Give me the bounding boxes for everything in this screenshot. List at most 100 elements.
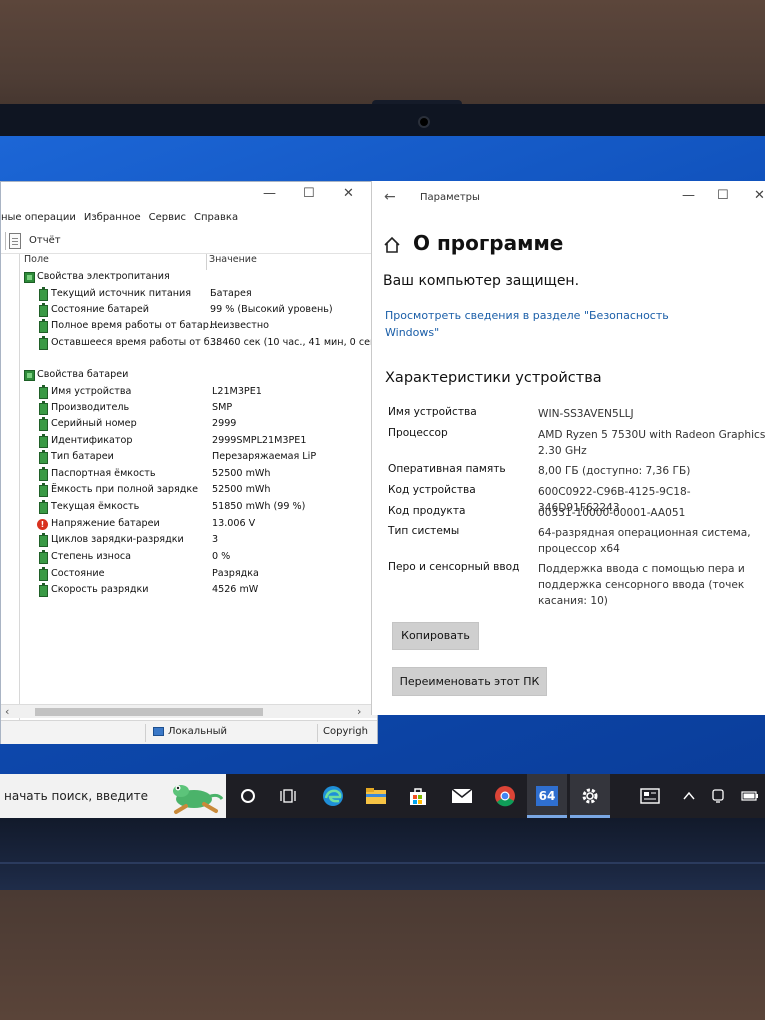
battery-icon	[39, 567, 48, 581]
home-icon[interactable]	[383, 236, 401, 254]
spec-value: WIN-SS3AVEN5LLJ	[538, 408, 634, 420]
scrollbar-thumb[interactable]	[35, 708, 263, 716]
column-header-value[interactable]: Значение	[209, 254, 257, 270]
field-label: Тип батареи	[51, 451, 114, 462]
field-label: Текущий источник питания	[51, 288, 192, 299]
minimize-icon[interactable]: —	[682, 188, 695, 203]
column-header-field[interactable]: Поле	[24, 254, 49, 270]
list-item[interactable]: Полное время работы от батар... Неизвест…	[21, 319, 377, 335]
field-value: 51850 mWh (99 %)	[212, 501, 306, 512]
list-item[interactable]: Скорость разрядки 4526 mW	[21, 583, 377, 599]
battery-icon	[39, 467, 48, 481]
cortana-icon[interactable]	[232, 780, 264, 812]
battery-section-icon	[24, 370, 35, 381]
report-icon[interactable]	[9, 233, 21, 249]
section-label: Свойства электропитания	[37, 271, 170, 282]
file-explorer-icon[interactable]	[360, 780, 392, 812]
battery-icon	[39, 385, 48, 399]
close-icon[interactable]: ✕	[343, 186, 354, 201]
spec-key: Имя устройства	[388, 406, 477, 418]
list-item[interactable]: Циклов зарядки-разрядки 3	[21, 533, 377, 549]
list-item[interactable]: Текущий источник питания Батарея	[21, 287, 377, 303]
field-value: 0 %	[212, 551, 231, 562]
list-item[interactable]: Оставшееся время работы от б... 38460 се…	[21, 336, 380, 352]
section-battery[interactable]: Свойства батареи	[21, 368, 377, 384]
field-label: Степень износа	[51, 551, 131, 562]
battery-icon	[39, 336, 48, 350]
list-item[interactable]: Текущая ёмкость 51850 mWh (99 %)	[21, 500, 377, 516]
spec-value: 8,00 ГБ (доступно: 7,36 ГБ)	[538, 465, 691, 477]
close-icon[interactable]: ✕	[754, 188, 765, 203]
field-label: Состояние батарей	[51, 304, 150, 315]
back-arrow-icon[interactable]: ←	[384, 189, 396, 205]
list-item[interactable]: Серийный номер 2999	[21, 417, 377, 433]
chrome-icon[interactable]	[489, 780, 521, 812]
battery-tray-icon[interactable]	[734, 780, 765, 812]
list-item[interactable]: ! Напряжение батареи 13.006 V	[21, 517, 377, 533]
gear-icon[interactable]	[574, 780, 606, 812]
spec-key: Код продукта	[388, 505, 466, 517]
spec-value: 00331-10000-00001-AA051	[538, 507, 686, 519]
field-value: Батарея	[210, 288, 252, 299]
battery-icon	[39, 483, 48, 497]
status-divider	[317, 724, 318, 742]
copy-button[interactable]: Копировать	[392, 622, 479, 650]
pen-workspace-icon[interactable]	[702, 780, 734, 812]
report-button[interactable]: Отчёт	[29, 235, 61, 246]
field-value: 3	[212, 534, 219, 545]
menu-item-help[interactable]: Справка	[194, 212, 238, 230]
field-value: SMP	[212, 402, 233, 413]
spec-value: AMD Ryzen 5 7530U with Radeon Graphics 2…	[538, 429, 765, 457]
settings-window: ← Параметры — ☐ ✕ О программе Ваш компью…	[371, 181, 765, 715]
battery-icon	[39, 287, 48, 301]
aida64-icon[interactable]: 64	[531, 780, 563, 812]
edge-icon[interactable]	[317, 780, 349, 812]
spec-value: 64-разрядная операционная система, проце…	[538, 527, 751, 555]
menu-item-favorites[interactable]: Избранное	[84, 212, 141, 230]
field-value: Разрядка	[212, 568, 259, 579]
list-item[interactable]: Степень износа 0 %	[21, 550, 377, 566]
aida-titlebar[interactable]: — ☐ ✕	[1, 182, 377, 208]
scroll-left-icon[interactable]: ‹	[5, 705, 9, 718]
chevron-up-icon[interactable]	[673, 780, 705, 812]
maximize-icon[interactable]: ☐	[717, 188, 729, 203]
page-title: О программе	[413, 231, 564, 255]
list-item[interactable]: Паспортная ёмкость 52500 mWh	[21, 467, 377, 483]
store-icon[interactable]	[402, 780, 434, 812]
scroll-right-icon[interactable]: ›	[357, 705, 361, 718]
list-item[interactable]: Идентификатор 2999SMPL21M3PE1	[21, 434, 377, 450]
column-divider[interactable]	[206, 254, 207, 270]
list-item[interactable]: Имя устройства L21M3PE1	[21, 385, 377, 401]
spec-key: Тип системы	[388, 525, 460, 537]
horizontal-scrollbar[interactable]: ‹ ›	[1, 704, 377, 718]
rename-pc-button[interactable]: Переименовать этот ПК	[392, 667, 547, 696]
news-widget-icon[interactable]	[634, 780, 666, 812]
security-link[interactable]: Просмотреть сведения в разделе "Безопасн…	[385, 307, 675, 341]
maximize-icon[interactable]: ☐	[303, 186, 315, 201]
screen: — ☐ ✕ ные операции Избранное Сервис Спра…	[0, 136, 765, 818]
field-label: Идентификатор	[51, 435, 133, 446]
battery-icon	[39, 583, 48, 597]
menu-item-service[interactable]: Сервис	[149, 212, 186, 230]
field-value: 52500 mWh	[212, 468, 271, 479]
battery-icon	[39, 401, 48, 415]
field-value: 2999	[212, 418, 237, 429]
spec-key: Перо и сенсорный ввод	[388, 561, 520, 573]
menu-item-operations[interactable]: ные операции	[1, 212, 76, 230]
minimize-icon[interactable]: —	[263, 186, 276, 201]
section-power[interactable]: Свойства электропитания	[21, 270, 377, 286]
search-input[interactable]: начать поиск, введите	[0, 774, 226, 818]
list-item[interactable]: Производитель SMP	[21, 401, 377, 417]
list-item[interactable]: Состояние батарей 99 % (Высокий уровень)	[21, 303, 377, 319]
mail-icon[interactable]	[446, 780, 478, 812]
toolbar-separator	[5, 232, 6, 250]
field-value: 4526 mW	[212, 584, 259, 595]
search-placeholder: начать поиск, введите	[4, 789, 148, 803]
list-item[interactable]: Ёмкость при полной зарядке 52500 mWh	[21, 483, 377, 499]
protection-status: Ваш компьютер защищен.	[383, 273, 580, 289]
aida-tree-pane[interactable]	[1, 254, 20, 734]
field-value: 99 % (Высокий уровень)	[210, 304, 333, 315]
list-item[interactable]: Тип батареи Перезаряжаемая LiP	[21, 450, 377, 466]
task-view-icon[interactable]	[272, 780, 304, 812]
list-item[interactable]: Состояние Разрядка	[21, 567, 377, 583]
